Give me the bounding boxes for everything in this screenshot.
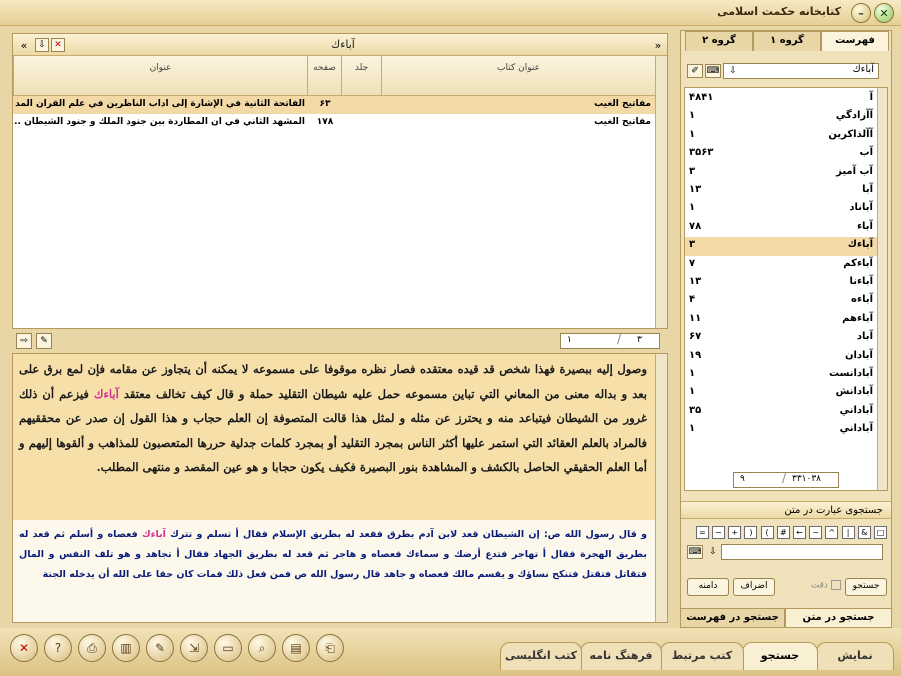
index-list-item[interactable]: آبادانست ۱ — [685, 366, 877, 384]
tab-group-2[interactable]: گروه ۲ — [685, 31, 753, 51]
print-icon[interactable]: ⎙ — [78, 634, 106, 662]
down-arrow-icon[interactable]: ⇩ — [707, 546, 719, 558]
index-list-item[interactable]: آبادانش ۱ — [685, 384, 877, 402]
operator-button[interactable]: ) — [744, 526, 758, 539]
index-list-item[interactable]: آآزادگي ۱ — [685, 108, 877, 126]
window-title: کتابخانه حکمت اسلامی — [717, 5, 841, 18]
operator-button[interactable]: + — [728, 526, 742, 539]
index-list-item[interactable]: آباءك ۳ — [685, 237, 877, 256]
index-panel: فهرست گروه ۱ گروه ۲ ✐ ⌨ آباءك ⇩ آ ۴۸۴۱ آآز… — [680, 30, 892, 628]
down-arrow-icon[interactable]: ⇩ — [727, 65, 739, 77]
index-list-item[interactable]: آباداني ۱ — [685, 421, 877, 439]
index-list-item[interactable]: آباءكم ۷ — [685, 256, 877, 274]
index-list-item[interactable]: آباناد ۱ — [685, 200, 877, 218]
index-list-item[interactable]: آباءه ۴ — [685, 292, 877, 310]
index-list-item[interactable]: آبادان ۱۹ — [685, 348, 877, 366]
double-right-arrow-icon[interactable]: » — [651, 38, 665, 52]
add-button[interactable]: اضراف — [733, 578, 775, 596]
operator-button[interactable]: ( — [760, 526, 774, 539]
results-scrollbar[interactable] — [655, 56, 667, 328]
operator-button[interactable]: # — [776, 526, 790, 539]
keyboard-icon[interactable]: ⌨ — [687, 545, 703, 559]
next-arrow-icon[interactable]: ⇨ — [16, 333, 32, 349]
search-button[interactable]: جستجو — [845, 578, 887, 596]
highlighted-term: آباءك — [94, 386, 119, 401]
library-icon[interactable]: ▤ — [282, 634, 310, 662]
operator-button[interactable]: ~ — [809, 526, 823, 539]
index-search-input[interactable]: آباءك — [723, 63, 879, 79]
edit-icon[interactable]: ✎ — [146, 634, 174, 662]
tab-display[interactable]: نمایش — [816, 642, 894, 670]
down-arrow-icon[interactable]: ⇩ — [35, 38, 49, 52]
export-icon[interactable]: ⇲ — [180, 634, 208, 662]
col-volume[interactable]: جلد — [341, 56, 381, 96]
index-count: ۹ / ۳۳۱۰۳۸ — [733, 471, 839, 488]
tab-search-in-text[interactable]: جستجو در متن — [785, 608, 892, 628]
index-list-item[interactable]: آباءهم ۱۱ — [685, 311, 877, 329]
index-list-item[interactable]: آآلذاكرين ۱ — [685, 127, 877, 145]
close-x-icon[interactable]: ✕ — [51, 38, 65, 52]
keyboard-icon[interactable]: ⌨ — [705, 64, 721, 78]
page-icon[interactable]: ▭ — [214, 634, 242, 662]
index-list-item[interactable]: آباداني ۳۵ — [685, 403, 877, 421]
operator-button[interactable]: = — [695, 526, 709, 539]
operator-button[interactable]: − — [712, 526, 725, 539]
table-row[interactable]: مفاتيح الغيب ۶۳ الفاتحة الثانية في الإشا… — [13, 96, 655, 114]
index-word-list: آ ۴۸۴۱ آآزادگي ۱ آآلذاكرين ۱ آب ۳۵۶۳ آب آميز ۳ آبا… — [684, 87, 888, 491]
bottom-toolbar: نمایش جستجو کتب مرتبط فرهنگ نامه کتب انگ… — [0, 628, 901, 676]
double-left-arrow-icon[interactable]: « — [17, 38, 31, 52]
col-title[interactable]: عنوان — [13, 56, 307, 96]
help-icon[interactable]: ? — [44, 634, 72, 662]
col-book[interactable]: عنوان کتاب — [381, 56, 655, 96]
hadith-paragraph: و قال رسول الله ص: إن الشيطان قعد لابن آ… — [13, 521, 655, 622]
text-paragraph: وصول إليه ببصيرة فهذا شخص قد قيده معتقده… — [13, 354, 655, 520]
text-search-input[interactable] — [721, 544, 883, 560]
precision-checkbox[interactable]: دقت — [793, 580, 841, 594]
tab-search[interactable]: جستجو — [742, 642, 818, 670]
index-list-item[interactable]: آ ۴۸۴۱ — [685, 90, 877, 108]
operator-button[interactable]: | — [841, 526, 855, 539]
operator-button[interactable]: & — [857, 526, 871, 539]
operator-button[interactable]: □ — [874, 526, 887, 539]
operator-button[interactable]: ← — [793, 526, 806, 539]
index-list-item[interactable]: آب آميز ۳ — [685, 164, 877, 182]
index-list-item[interactable]: آباد ۶۷ — [685, 329, 877, 347]
range-button[interactable]: دامنه — [687, 578, 729, 596]
book-text-panel: وصول إليه ببصيرة فهذا شخص قد قيده معتقده… — [12, 353, 668, 623]
tool-icon[interactable]: ✎ — [36, 333, 52, 349]
col-page[interactable]: صفحه — [307, 56, 341, 96]
tab-index[interactable]: فهرست — [821, 31, 889, 51]
tab-related-books[interactable]: کتب مرتبط — [660, 642, 744, 670]
tab-search-in-index[interactable]: جستجو در فهرست — [680, 608, 785, 628]
tab-dictionary[interactable]: فرهنگ نامه — [580, 642, 662, 670]
highlighted-term: آباءك — [141, 529, 166, 540]
close-button[interactable]: ✕ — [874, 3, 894, 23]
index-scrollbar[interactable] — [877, 88, 887, 490]
tab-english-books[interactable]: کتب انگلیسی — [500, 642, 582, 670]
close-icon[interactable]: ✕ — [10, 634, 38, 662]
index-list-item[interactable]: آباءنا ۱۳ — [685, 274, 877, 292]
books-icon[interactable]: ▥ — [112, 634, 140, 662]
page-current: ۱ — [567, 335, 572, 345]
tab-group-1[interactable]: گروه ۱ — [753, 31, 821, 51]
search-icon[interactable]: ⌕ — [248, 634, 276, 662]
stamp-icon[interactable]: ⎗ — [316, 634, 344, 662]
page-total: ۳ — [637, 335, 642, 345]
index-list-item[interactable]: آبا ۱۳ — [685, 182, 877, 200]
results-list-panel: « ⇩ ✕ آباءك » عنوان صفحه جلد عنوان کتاب … — [12, 33, 668, 329]
operator-button[interactable]: ^ — [825, 526, 839, 539]
index-list-item[interactable]: آباء ۷۸ — [685, 219, 877, 237]
text-search-title: جستجوی عبارت در متن — [681, 501, 891, 519]
text-toolbar: ⇨ ✎ ۱ / ۳ — [12, 331, 668, 351]
page-navigator[interactable]: ۱ / ۳ — [560, 332, 660, 349]
results-title: آباءك — [331, 38, 355, 51]
index-list-item[interactable]: آب ۳۵۶۳ — [685, 145, 877, 163]
column-headers: عنوان صفحه جلد عنوان کتاب — [13, 56, 655, 96]
results-header: « ⇩ ✕ آباءك » — [13, 34, 667, 56]
text-scrollbar[interactable] — [655, 354, 667, 622]
title-bar: کتابخانه حکمت اسلامی – ✕ — [0, 0, 901, 26]
minimize-button[interactable]: – — [851, 3, 871, 23]
table-row[interactable]: مفاتيح الغيب ۱۷۸ المشهد الثاني في أن الم… — [13, 114, 655, 132]
edit-icon[interactable]: ✐ — [687, 64, 703, 78]
